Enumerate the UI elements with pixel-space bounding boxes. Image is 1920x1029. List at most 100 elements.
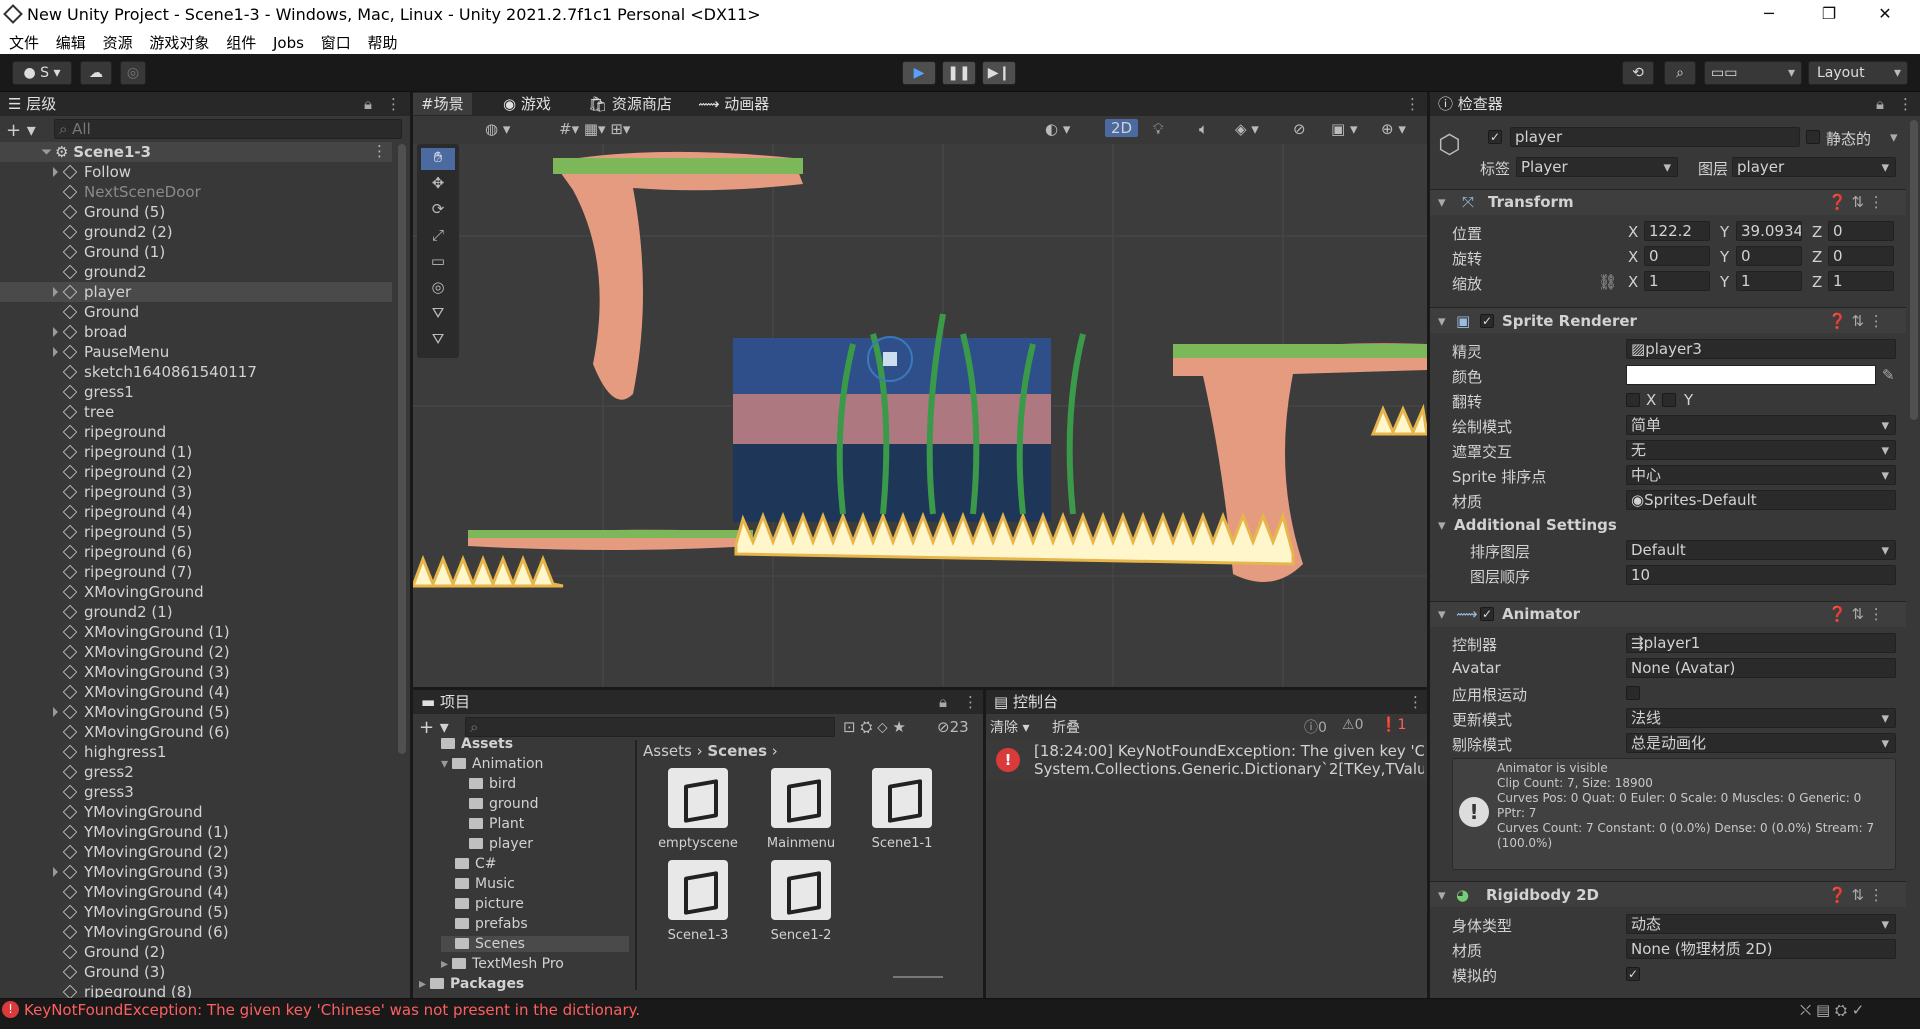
hierarchy-item[interactable]: XMovingGround (5) [0,702,392,722]
minimize-button[interactable]: ─ [1746,0,1792,29]
warning-count[interactable]: ⚠0 [1342,717,1363,733]
play-button[interactable]: ▶ [902,61,936,85]
hierarchy-item[interactable]: YMovingGround (1) [0,822,392,842]
hierarchy-item[interactable]: ground2 (1) [0,602,392,622]
menu-help[interactable]: 帮助 [368,29,398,53]
breadcrumb-scenes[interactable]: Scenes [707,742,767,760]
hierarchy-item[interactable]: Ground [0,302,392,322]
controller-field[interactable]: ⇶player1 [1626,633,1896,653]
flip-x-checkbox[interactable] [1626,393,1640,407]
eyedropper-icon[interactable]: ✎ [1882,366,1895,384]
color-swatch[interactable] [1626,365,1876,385]
hierarchy-item[interactable]: YMovingGround (5) [0,902,392,922]
shading-icon[interactable]: ◐ ▾ [1045,120,1070,138]
scale-tool-icon[interactable]: ⤢ [421,226,455,248]
grid-snap-icon[interactable]: #▾ ▦▾ ⊞▾ [559,120,630,138]
visibility-icon[interactable]: ⊘ [1293,120,1306,138]
rot-x-field[interactable]: 0 [1644,246,1710,266]
scene-asset[interactable]: Mainmenu [758,768,844,851]
error-count[interactable]: ❗1 [1380,717,1406,733]
menu-window[interactable]: 窗口 [321,29,351,53]
rect-tool-icon[interactable]: ▭ [421,252,455,274]
layer-dropdown[interactable]: player [1732,157,1896,177]
axis-label[interactable]: Z [1812,248,1822,266]
foldout-icon[interactable]: ▾ [1438,193,1446,211]
gizmos-icon[interactable]: ⊕ ▾ [1381,120,1406,138]
project-folder[interactable]: Scenes [441,936,629,952]
lighting-icon[interactable]: 💡︎ [1153,120,1164,138]
hierarchy-item[interactable]: ripeground (2) [0,462,392,482]
mode-2d-toggle[interactable]: 2D [1105,119,1139,137]
collab-icon[interactable]: ◎ [120,61,146,85]
project-folder[interactable]: C# [441,856,497,872]
project-search[interactable]: ⌕ [465,717,835,737]
transform-tool-icon[interactable]: ◎ [421,278,455,300]
active-checkbox[interactable]: ✓ [1488,130,1502,144]
collapse-button[interactable]: 折叠 [1052,717,1080,737]
axis-label[interactable]: Z [1812,223,1822,241]
tab-inspector[interactable]: ⓘ 检查器 [1438,93,1503,115]
scale-z-field[interactable]: 1 [1828,271,1894,291]
component-help-icons[interactable]: ❓ ⇅ ⋮ [1828,886,1884,904]
rot-z-field[interactable]: 0 [1828,246,1894,266]
hierarchy-item[interactable]: XMovingGround (3) [0,662,392,682]
mask-dropdown[interactable]: 无 [1626,440,1896,460]
scene-asset[interactable]: Scene1-3 [655,860,741,943]
axis-label[interactable]: Y [1720,248,1729,266]
pos-z-field[interactable]: 0 [1828,221,1894,241]
foldout-icon[interactable]: ▾ [1438,605,1446,623]
kebab-menu-icon[interactable]: ⋮ [1898,93,1913,115]
object-name-field[interactable]: player [1510,127,1800,147]
hierarchy-item[interactable]: Ground (5) [0,202,392,222]
tab-animator[interactable]: ⟿ 动画器 [698,93,769,115]
hierarchy-item[interactable]: ripeground (6) [0,542,392,562]
scene-asset[interactable]: Scene1-1 [859,768,945,851]
scene-asset[interactable]: Sence1-2 [758,860,844,943]
icon-size-slider[interactable] [893,976,943,978]
axis-label[interactable]: X [1628,273,1638,291]
axis-label[interactable]: X [1628,248,1638,266]
history-icon[interactable]: ⟲ [1622,61,1654,85]
hierarchy-item[interactable]: YMovingGround (3) [0,862,392,882]
hierarchy-item[interactable]: highgress1 [0,742,392,762]
project-folder[interactable]: Music [441,876,515,892]
component-help-icons[interactable]: ❓ ⇅ ⋮ [1828,312,1884,330]
kebab-menu-icon[interactable]: ⋮ [386,93,401,115]
rotate-tool-icon[interactable]: ⟳ [421,200,455,222]
tab-asset-store[interactable]: 🛍︎ 资源商店 [588,93,672,115]
body-type-dropdown[interactable]: 动态 [1626,914,1896,934]
hierarchy-search[interactable]: ⌕ All [54,119,402,139]
account-dropdown[interactable]: ● S ▾ [12,61,72,85]
static-checkbox[interactable] [1806,130,1820,144]
hierarchy-item[interactable]: ripeground (1) [0,442,392,462]
hierarchy-item[interactable]: player [0,282,392,302]
tab-scene[interactable]: #场景 [413,93,472,115]
menu-jobs[interactable]: Jobs [273,31,304,52]
sorting-layer-dropdown[interactable]: Default [1626,540,1896,560]
menu-file[interactable]: 文件 [9,29,39,53]
kebab-menu-icon[interactable]: ⋮ [963,691,978,713]
hierarchy-item[interactable]: gress2 [0,762,392,782]
hierarchy-item[interactable]: ripeground (5) [0,522,392,542]
step-button[interactable]: ▶❙ [982,61,1016,85]
scene-asset[interactable]: emptyscene [655,768,741,851]
hierarchy-item[interactable]: YMovingGround [0,802,392,822]
foldout-icon[interactable]: ▾ [1438,886,1446,904]
sort-point-dropdown[interactable]: 中心 [1626,465,1896,485]
project-folder[interactable]: prefabs [441,916,528,932]
kebab-menu-icon[interactable]: ⋮ [1408,691,1423,713]
status-icons[interactable]: ⛌ ▤ ⛭ ✓ [1800,1001,1864,1019]
scene-kebab-icon[interactable]: ⋮ [1405,93,1420,115]
update-mode-dropdown[interactable]: 法线 [1626,708,1896,728]
console-entry[interactable]: ! [18:24:00] KeyNotFoundException: The g… [986,740,1427,780]
hierarchy-item[interactable]: XMovingGround (6) [0,722,392,742]
hierarchy-item[interactable]: XMovingGround (4) [0,682,392,702]
hierarchy-item[interactable]: tree [0,402,392,422]
hierarchy-item[interactable]: sketch1640861540117 [0,362,392,382]
sprite-renderer-enabled-checkbox[interactable]: ✓ [1480,314,1494,328]
scene-kebab-icon[interactable]: ⋮ [372,142,387,160]
hierarchy-item[interactable]: ground2 (2) [0,222,392,242]
hand-tool-icon[interactable]: ✋︎ [421,148,455,170]
pause-button[interactable]: ❚❚ [942,61,976,85]
component-help-icons[interactable]: ❓ ⇅ ⋮ [1828,193,1884,211]
